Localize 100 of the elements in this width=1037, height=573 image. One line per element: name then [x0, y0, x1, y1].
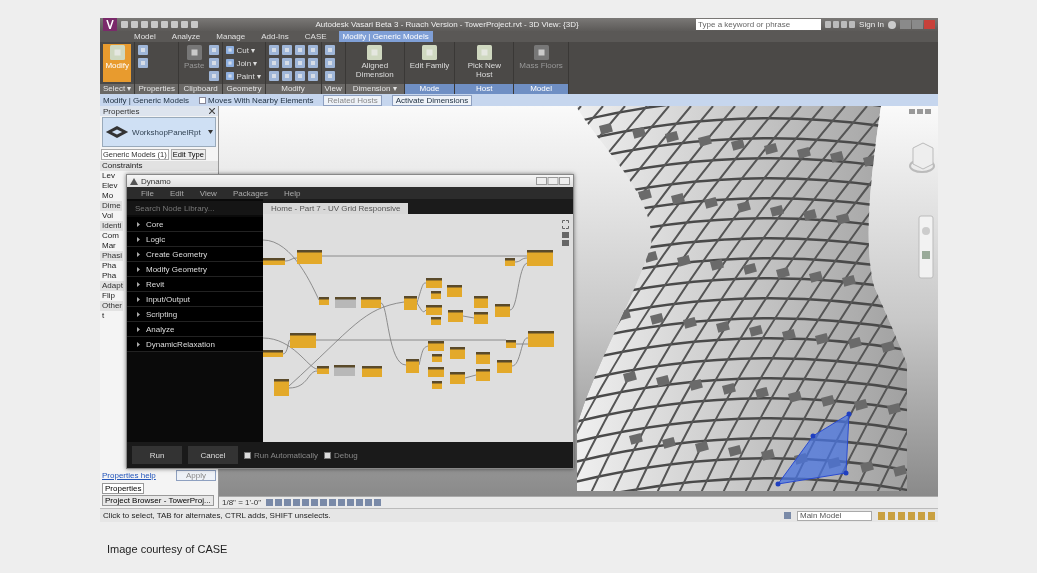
graph-node[interactable]	[335, 297, 356, 308]
tool-icon[interactable]	[268, 58, 279, 68]
type-selector[interactable]: WorkshopPanelRpt	[102, 117, 216, 147]
library-category[interactable]: Create Geometry	[127, 247, 263, 262]
view-scale[interactable]: 1/8" = 1'-0"	[222, 498, 261, 507]
graph-node[interactable]	[426, 278, 442, 288]
graph-node[interactable]	[319, 297, 329, 305]
panel-label[interactable]: Clipboard	[178, 84, 223, 94]
tool-icon[interactable]	[281, 58, 292, 68]
graph-node[interactable]	[274, 379, 289, 396]
library-category[interactable]: Input/Output	[127, 292, 263, 307]
graph-node[interactable]	[426, 305, 442, 315]
app-logo-icon[interactable]	[103, 18, 117, 31]
panel-label[interactable]: Select ▾	[100, 84, 135, 94]
library-category[interactable]: DynamicRelaxation	[127, 337, 263, 352]
graph-node[interactable]	[474, 312, 488, 324]
apply-button[interactable]: Apply	[176, 470, 216, 481]
tool-icon[interactable]	[324, 45, 335, 55]
graph-node[interactable]	[428, 367, 444, 377]
tool-icon[interactable]	[307, 45, 318, 55]
graph-node[interactable]	[497, 360, 512, 373]
menu-item[interactable]: Edit	[169, 188, 184, 198]
graph-node[interactable]	[527, 250, 553, 266]
search-field[interactable]: Search Node Library...	[127, 201, 263, 215]
checkbox[interactable]	[324, 451, 332, 459]
library-category[interactable]: Analyze	[127, 322, 263, 337]
library-category[interactable]: Scripting	[127, 307, 263, 322]
graph-node[interactable]	[506, 340, 516, 348]
ribbon-tab[interactable]: Manage	[212, 31, 250, 42]
tool-icon[interactable]	[209, 58, 220, 68]
ribbon-tool-button[interactable]: Edit Family	[407, 44, 452, 82]
sign-in-link[interactable]: Sign In	[859, 20, 884, 29]
tool-icon[interactable]	[307, 71, 318, 81]
tool-icon[interactable]	[138, 58, 149, 68]
menu-item[interactable]: View	[199, 188, 217, 198]
graph-node[interactable]	[406, 359, 419, 373]
tool-icon[interactable]	[268, 71, 279, 81]
workset-dropdown[interactable]: Main Model	[797, 510, 872, 521]
ribbon-tool-button[interactable]: Join ▾	[226, 58, 262, 68]
workspace-tab[interactable]: Home - Part 7 - UV Grid Responsive	[263, 203, 409, 214]
tool-icon[interactable]	[307, 58, 318, 68]
graph-node[interactable]	[428, 341, 444, 351]
ribbon-tool-button[interactable]: Cut ▾	[226, 45, 262, 55]
tool-icon[interactable]	[294, 58, 305, 68]
tool-icon[interactable]	[209, 71, 220, 81]
graph-node[interactable]	[362, 366, 382, 377]
graph-node[interactable]	[432, 381, 442, 389]
graph-node[interactable]	[263, 350, 283, 357]
ribbon-tool-button[interactable]: Paint ▾	[226, 71, 262, 81]
quick-access-toolbar-icons[interactable]	[121, 21, 198, 28]
graph-node[interactable]	[474, 296, 488, 308]
menu-item[interactable]: File	[141, 188, 154, 198]
help-icon[interactable]	[888, 20, 896, 29]
navigation-bar[interactable]	[918, 215, 934, 279]
graph-node[interactable]	[495, 304, 510, 317]
graph-node[interactable]	[450, 347, 465, 359]
panel-label[interactable]: View	[321, 84, 345, 94]
activate-dimensions-button[interactable]: Activate Dimensions	[391, 94, 473, 106]
graph-node[interactable]	[528, 331, 554, 347]
graph-node[interactable]	[448, 310, 463, 322]
library-category[interactable]: Logic	[127, 232, 263, 247]
ribbon-tool-button[interactable]: Aligned Dimension	[348, 44, 401, 82]
graph-node[interactable]	[297, 250, 322, 264]
tool-icon[interactable]	[294, 71, 305, 81]
tool-icon[interactable]	[268, 45, 279, 55]
graph-node[interactable]	[361, 297, 381, 308]
graph-node[interactable]	[505, 258, 515, 266]
graph-node[interactable]	[432, 354, 442, 362]
run-button[interactable]: Run	[132, 446, 182, 464]
graph-node[interactable]	[450, 372, 465, 384]
close-icon[interactable]	[209, 108, 215, 114]
library-category[interactable]: Core	[127, 217, 263, 232]
search-field[interactable]: Type a keyword or phrase	[696, 19, 822, 30]
ribbon-tab[interactable]: Add-Ins	[257, 31, 293, 42]
graph-node[interactable]	[290, 333, 316, 348]
ribbon-tab[interactable]: Model	[130, 31, 160, 42]
selected-panel[interactable]	[775, 411, 852, 487]
ribbon-tab[interactable]: Analyze	[167, 31, 205, 42]
cancel-button[interactable]: Cancel	[188, 446, 238, 464]
graph-node[interactable]	[317, 366, 329, 374]
tool-icon[interactable]	[294, 45, 305, 55]
graph-node[interactable]	[476, 352, 490, 364]
checkbox[interactable]	[199, 96, 207, 104]
window-controls-icons[interactable]	[536, 177, 570, 185]
ribbon-tool-button[interactable]: Pick New Host	[458, 44, 511, 82]
library-category[interactable]: Modify Geometry	[127, 262, 263, 277]
graph-node[interactable]	[431, 291, 441, 299]
menu-item[interactable]: Help	[284, 188, 301, 198]
view-window-icons[interactable]	[909, 109, 931, 114]
tool-icon[interactable]	[281, 45, 292, 55]
tool-icon[interactable]	[281, 71, 292, 81]
panel-label[interactable]: Modify	[265, 84, 321, 94]
panel-tab[interactable]: Properties	[102, 483, 145, 494]
node-canvas[interactable]	[263, 214, 573, 442]
tool-icon[interactable]	[209, 45, 220, 55]
panel-label[interactable]: Dimension ▾	[345, 84, 404, 94]
menu-item[interactable]: Packages	[232, 188, 269, 198]
checkbox[interactable]	[244, 451, 251, 459]
library-category[interactable]: Revit	[127, 277, 263, 292]
graph-node[interactable]	[263, 258, 285, 265]
